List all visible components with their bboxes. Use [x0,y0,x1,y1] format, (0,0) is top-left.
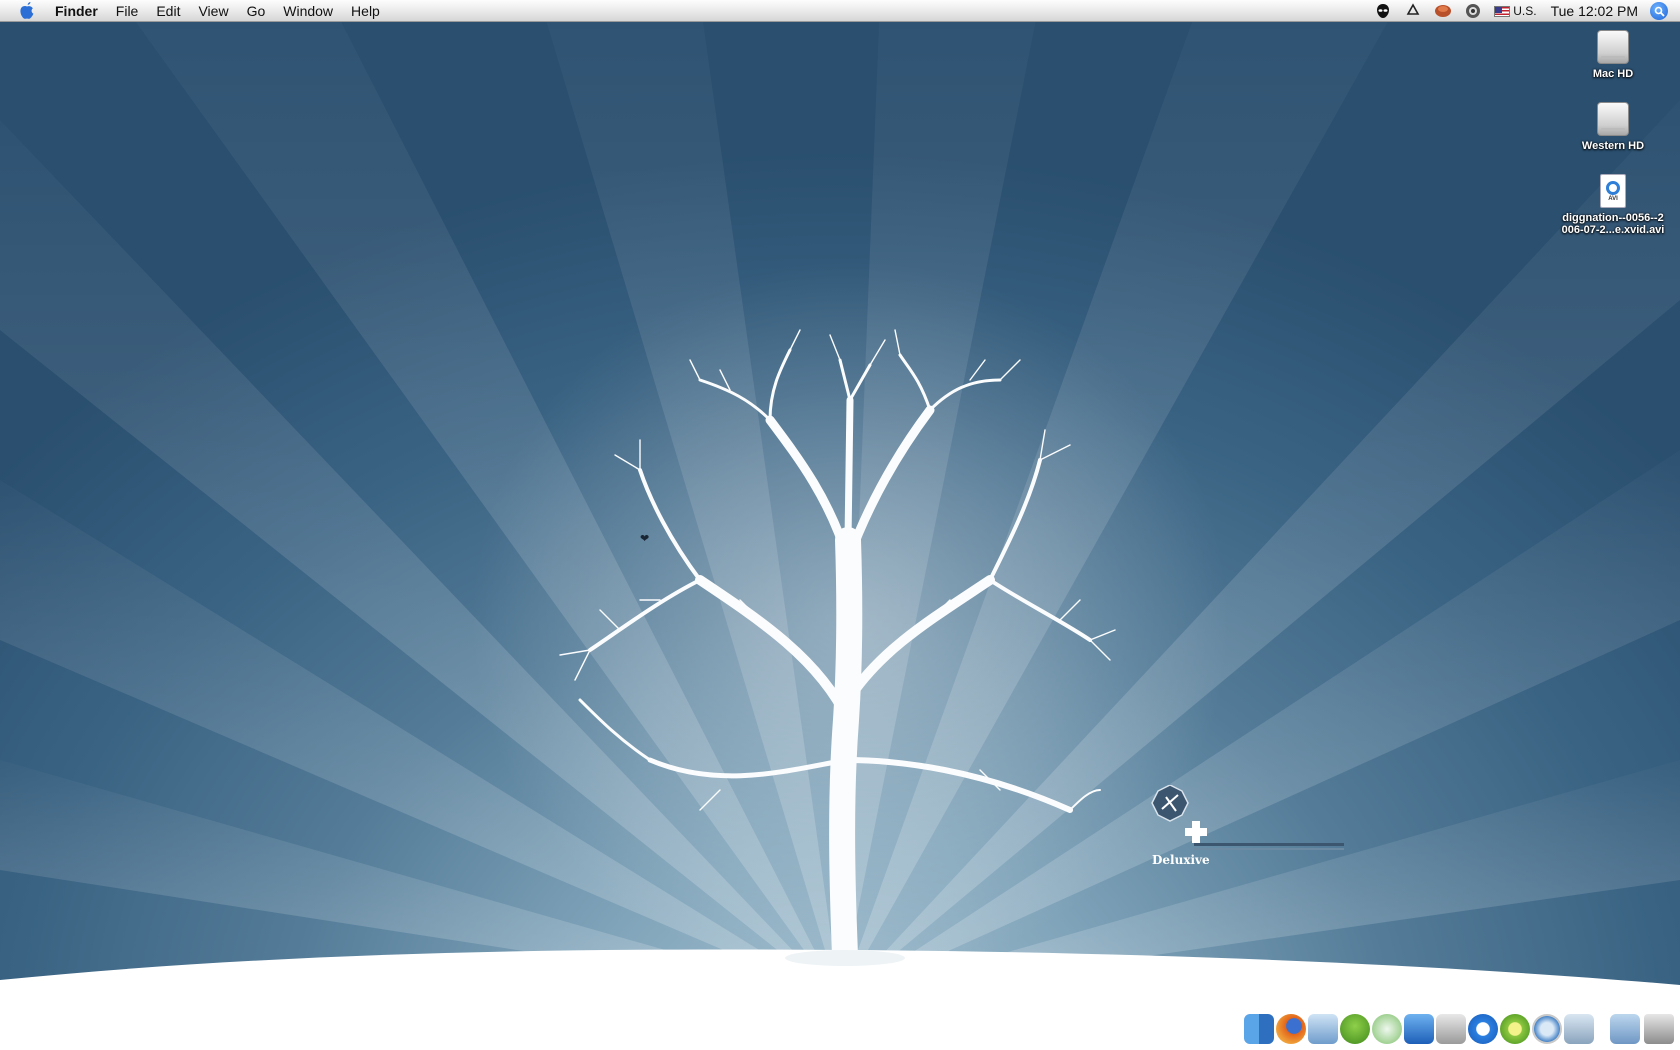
menu-file[interactable]: File [107,0,148,22]
desktop-icon-mac-hd[interactable]: Mac HD [1548,30,1678,80]
iphoto-icon[interactable] [1564,1014,1594,1044]
desktop-icon-western-hd[interactable]: Western HD [1548,102,1678,152]
alien-menu-extra-icon[interactable] [1374,2,1392,20]
desktop-icon-label-line2: 006-07-2...e.xvid.avi [1561,224,1665,236]
system-preferences-icon[interactable] [1436,1014,1466,1044]
menu-clock[interactable]: Tue 12:02 PM [1551,3,1638,19]
cat-menu-extra-icon[interactable] [1464,2,1482,20]
preview-icon[interactable] [1308,1014,1338,1044]
desktop-icon-avi-file[interactable]: AVI diggnation--0056--2 006-07-2...e.xvi… [1548,174,1678,236]
word-icon[interactable] [1404,1014,1434,1044]
hard-drive-icon [1597,102,1629,136]
desktop[interactable]: ❤ Deluxive Mac HD Western HD AVI diggnat… [0,0,1680,1050]
signature-text: Deluxive [1152,853,1210,867]
itunes-icon[interactable] [1372,1014,1402,1044]
dock [1240,1010,1680,1050]
wallpaper-signature: Deluxive [1150,784,1350,875]
menu-bar: Finder File Edit View Go Window Help U.S… [0,0,1680,22]
widget-icon[interactable] [1500,1014,1530,1044]
documents-folder-icon[interactable] [1610,1014,1640,1044]
desktop-icon-label: Western HD [1581,140,1645,152]
menu-finder[interactable]: Finder [53,0,107,22]
finder-icon[interactable] [1244,1014,1274,1044]
heart-icon: ❤ [640,533,650,545]
us-flag-icon [1494,5,1511,17]
firefox-icon[interactable] [1276,1014,1306,1044]
safari-icon[interactable] [1532,1014,1562,1044]
menu-view[interactable]: View [189,0,237,22]
apple-menu-icon[interactable] [17,1,37,21]
desktop-icon-label: Mac HD [1592,68,1634,80]
desktop-icon-label-line1: diggnation--0056--2 [1562,212,1664,224]
spotlight-icon[interactable] [1650,2,1668,20]
app-menu-extra-icon[interactable] [1434,2,1452,20]
menu-go[interactable]: Go [238,0,275,22]
quicktime-icon[interactable] [1468,1014,1498,1044]
recycle-menu-extra-icon[interactable] [1404,2,1422,20]
snow-hill [0,949,1680,1050]
trash-icon[interactable] [1644,1014,1674,1044]
menu-help[interactable]: Help [342,0,389,22]
adium-icon[interactable] [1340,1014,1370,1044]
input-source-label: U.S. [1513,4,1537,18]
avi-file-icon: AVI [1600,174,1626,208]
menu-edit[interactable]: Edit [147,0,189,22]
input-menu[interactable]: U.S. [1494,4,1537,18]
hard-drive-icon [1597,30,1629,64]
menu-window[interactable]: Window [274,0,342,22]
